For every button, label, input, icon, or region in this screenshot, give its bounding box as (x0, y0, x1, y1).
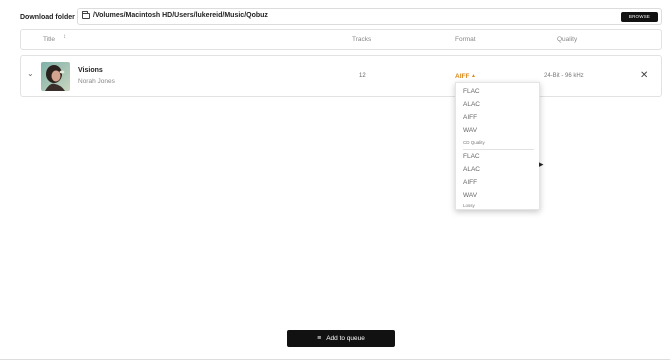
sort-icon[interactable]: ↕ (63, 34, 66, 40)
queue-add-icon: ≡ (317, 335, 322, 342)
dropdown-option-wav[interactable]: WAV (463, 127, 477, 134)
column-header-format: Format (455, 36, 476, 43)
caret-up-icon[interactable]: ▲ (471, 73, 476, 79)
album-artist: Norah Jones (78, 78, 115, 85)
table-row: ⌄ Visions Norah Jones 12 AIFF ▲ 24-Bit - (20, 55, 662, 97)
browse-button[interactable]: BROWSE (621, 12, 658, 22)
add-to-queue-button[interactable]: ≡ Add to queue (287, 330, 395, 347)
column-header-tracks: Tracks (352, 36, 372, 43)
mouse-cursor-icon: ▸ (539, 159, 544, 169)
folder-icon (82, 11, 90, 19)
dropdown-option-aiff[interactable]: AIFF (463, 114, 477, 121)
dropdown-option-cd-wav[interactable]: WAV (463, 192, 477, 199)
download-folder-path: /Volumes/Macintosh HD/Users/lukereid/Mus… (93, 12, 268, 19)
chevron-down-icon[interactable]: ⌄ (27, 69, 34, 78)
close-icon[interactable]: ✕ (640, 70, 648, 81)
format-dropdown-menu: FLAC ALAC AIFF WAV CD Quality FLAC ALAC … (455, 82, 540, 210)
download-folder-label: Download folder (20, 13, 75, 21)
dropdown-option-cd-flac[interactable]: FLAC (463, 153, 480, 160)
dropdown-option-cd-aiff[interactable]: AIFF (463, 179, 477, 186)
album-cover (41, 62, 70, 91)
track-count: 12 (359, 73, 366, 79)
add-to-queue-label: Add to queue (326, 335, 365, 342)
download-folder-row: Download folder /Volumes/Macintosh HD/Us… (20, 8, 662, 26)
download-folder-field[interactable]: /Volumes/Macintosh HD/Users/lukereid/Mus… (77, 8, 662, 25)
format-select[interactable]: AIFF (455, 73, 469, 80)
table-header: Title ↕ Tracks Format Quality (20, 29, 662, 50)
bottom-divider (0, 359, 670, 360)
app-page: Download folder /Volumes/Macintosh HD/Us… (0, 0, 670, 362)
dropdown-group-cd-quality: CD Quality (463, 140, 485, 145)
dropdown-option-flac[interactable]: FLAC (463, 88, 480, 95)
dropdown-option-cd-alac[interactable]: ALAC (463, 166, 480, 173)
album-title: Visions (78, 67, 103, 74)
column-header-quality: Quality (557, 36, 578, 43)
quality-value: 24-Bit - 96 kHz (544, 73, 584, 79)
dropdown-divider (463, 149, 534, 150)
dropdown-option-alac[interactable]: ALAC (463, 101, 480, 108)
column-header-title[interactable]: Title (43, 36, 55, 43)
dropdown-group-lossy: Lossy (463, 203, 475, 208)
